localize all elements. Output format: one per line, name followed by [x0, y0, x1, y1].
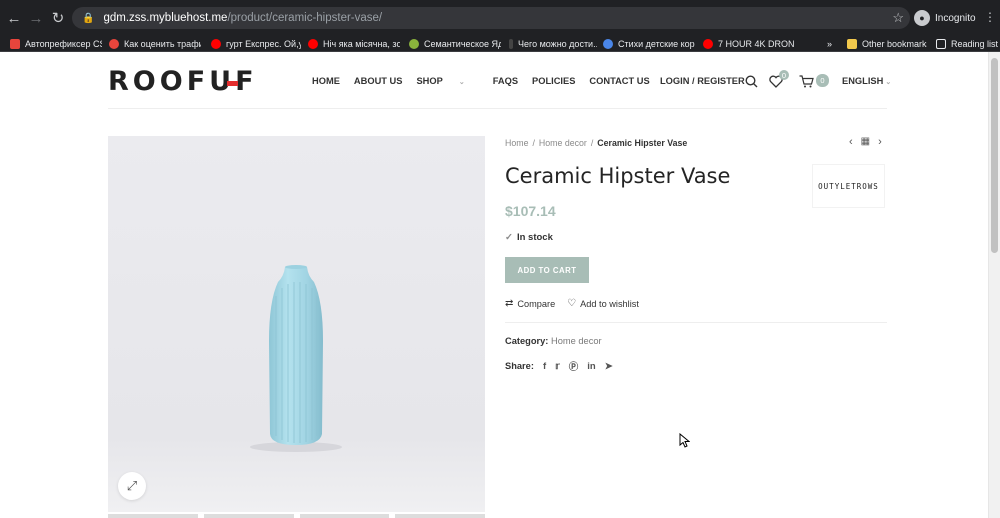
bookmark-item[interactable]: Чего можно дости...	[509, 37, 597, 50]
mouse-cursor-icon	[679, 432, 691, 453]
bookmark-item[interactable]: Семантическое Яд...	[409, 37, 501, 50]
chevron-down-icon: ⌄	[458, 79, 465, 86]
chevron-down-icon: ⌄	[885, 79, 892, 86]
nav-item-contact[interactable]: CONTACT US	[589, 76, 649, 86]
reading-list[interactable]: Reading list	[936, 37, 998, 50]
main-nav: HOME ABOUT US SHOP ⌄ FAQS POLICIES CONTAC…	[312, 76, 664, 86]
nav-item-faqs[interactable]: FAQS	[493, 76, 518, 86]
bookmark-item[interactable]: Ніч яка місячна, зо...	[308, 37, 400, 50]
facebook-icon[interactable]: f	[543, 361, 546, 372]
prev-product-icon[interactable]: ‹	[849, 136, 853, 148]
product-navigation: ‹ ▦ ›	[849, 136, 882, 148]
nav-item-about[interactable]: ABOUT US	[354, 76, 403, 86]
brand-logo[interactable]: OUTYLETROWS	[812, 164, 885, 208]
language-switcher[interactable]: ENGLISH ⌄	[842, 76, 891, 86]
incognito-indicator[interactable]: ● Incognito	[914, 8, 976, 28]
breadcrumb-home[interactable]: Home	[505, 138, 528, 148]
bookmark-item[interactable]: Стихи детские кор...	[603, 37, 695, 50]
product-page: ROOFUF HOME ABOUT US SHOP ⌄ FAQS POLICIES…	[0, 52, 988, 518]
reload-icon[interactable]: ↻	[48, 8, 68, 28]
bookmark-favicon	[10, 38, 20, 49]
pinterest-icon[interactable]: Ⓟ	[569, 359, 579, 373]
product-price: $107.14	[505, 203, 556, 219]
add-to-cart-button[interactable]: ADD TO CART	[505, 257, 589, 283]
vase-image	[108, 136, 485, 512]
logo-mark	[227, 81, 238, 86]
profile-label: Incognito	[935, 12, 976, 24]
bookmark-item[interactable]: 7 HOUR 4K DRONE...	[703, 37, 795, 50]
bookmarks-bar: Автопрефиксер CS... Как оценить трафи...…	[0, 35, 1000, 52]
thumbnail[interactable]	[299, 514, 390, 518]
expand-icon[interactable]: ⤢	[118, 472, 146, 500]
bookmark-favicon	[603, 38, 613, 49]
youtube-icon	[308, 38, 318, 49]
header-divider	[108, 108, 887, 109]
share-links: Share: f 𝕣 Ⓟ in ➤	[505, 359, 613, 374]
gallery-thumbnails	[108, 514, 485, 518]
search-icon[interactable]	[743, 73, 759, 89]
bookmark-item[interactable]: Автопрефиксер CS...	[10, 37, 102, 50]
compare-arrows-icon: ⇄	[505, 298, 514, 309]
nav-item-policies[interactable]: POLICIES	[532, 76, 575, 86]
breadcrumb: Home / Home decor / Ceramic Hipster Vase	[505, 138, 688, 148]
browser-menu-icon[interactable]: ⋮	[984, 10, 996, 24]
back-icon[interactable]: ←	[4, 8, 24, 28]
cart-icon[interactable]	[798, 73, 814, 89]
bookmark-favicon	[109, 38, 119, 49]
breadcrumb-category[interactable]: Home decor	[539, 138, 587, 148]
nav-item-shop[interactable]: SHOP ⌄	[416, 76, 478, 86]
product-title: Ceramic Hipster Vase	[505, 164, 731, 188]
bookmarks-overflow-button[interactable]: »	[827, 37, 837, 50]
bookmark-item[interactable]: гурт Експрес. Ой,у...	[211, 37, 301, 50]
url-path: /product/ceramic-hipster-vase/	[227, 12, 383, 24]
folder-icon	[847, 38, 857, 49]
product-category: Category: Home decor	[505, 336, 602, 346]
address-bar[interactable]: 🔒 gdm.zss.mybluehost.me/product/ceramic-…	[72, 7, 910, 29]
url-host: gdm.zss.mybluehost.me	[103, 12, 228, 24]
heart-icon: ♡	[567, 298, 577, 309]
reading-list-icon	[936, 38, 946, 49]
summary-divider	[505, 322, 887, 323]
incognito-icon: ●	[914, 10, 930, 26]
checkmark-icon: ✓	[505, 232, 513, 243]
browser-toolbar: ← → ↻ 🔒 gdm.zss.mybluehost.me/product/ce…	[0, 0, 1000, 35]
telegram-icon[interactable]: ➤	[605, 361, 613, 372]
login-register-link[interactable]: LOGIN / REGISTER	[660, 76, 745, 86]
bookmark-favicon	[409, 38, 419, 49]
next-product-icon[interactable]: ›	[878, 136, 882, 148]
youtube-icon	[703, 38, 713, 49]
compare-button[interactable]: ⇄ Compare	[505, 298, 555, 309]
add-to-wishlist-button[interactable]: ♡ Add to wishlist	[567, 298, 639, 309]
product-actions: ⇄ Compare ♡ Add to wishlist	[505, 298, 651, 309]
forward-icon[interactable]: →	[26, 8, 46, 28]
cart-count-badge: 0	[816, 74, 829, 87]
breadcrumb-current: Ceramic Hipster Vase	[597, 138, 688, 148]
back-to-shop-grid-icon[interactable]: ▦	[861, 136, 870, 148]
twitter-icon[interactable]: 𝕣	[555, 361, 560, 372]
youtube-icon	[211, 38, 221, 49]
thumbnail[interactable]	[203, 514, 294, 518]
page-scrollbar[interactable]	[988, 52, 1000, 518]
other-bookmarks[interactable]: Other bookmarks	[847, 37, 927, 50]
bookmark-star-icon[interactable]: ☆	[892, 10, 904, 26]
bookmark-favicon	[509, 38, 513, 49]
bookmark-item[interactable]: Как оценить трафи...	[109, 37, 201, 50]
site-logo[interactable]: ROOFUF	[108, 66, 258, 97]
lock-icon: 🔒	[82, 12, 95, 24]
category-link[interactable]: Home decor	[551, 336, 602, 346]
scrollbar-thumb[interactable]	[991, 58, 998, 253]
stock-status: ✓ In stock	[505, 232, 553, 243]
nav-item-home[interactable]: HOME	[312, 76, 340, 86]
thumbnail[interactable]	[108, 514, 198, 518]
product-image[interactable]: ⤢	[108, 136, 485, 512]
linkedin-icon[interactable]: in	[587, 361, 595, 372]
thumbnail[interactable]	[395, 514, 485, 518]
wishlist-count-badge: 0	[779, 70, 789, 80]
